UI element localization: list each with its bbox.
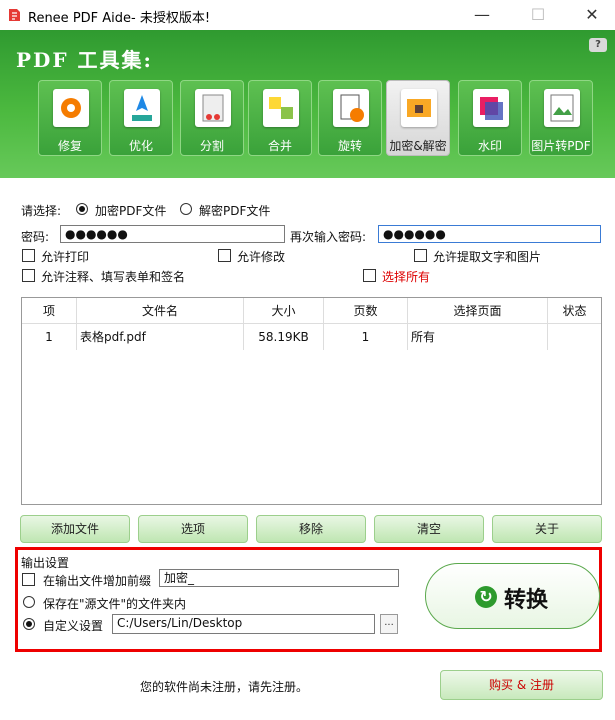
allow-extract-label: 允许提取文字和图片 — [433, 250, 542, 264]
column-header-pages[interactable]: 页数 — [324, 298, 408, 324]
tool-label: 合并 — [267, 139, 292, 153]
allow-extract-checkbox[interactable] — [414, 249, 427, 262]
close-button[interactable]: ✕ — [572, 4, 612, 26]
column-header-page-selection[interactable]: 选择页面 — [408, 298, 548, 324]
minimize-button[interactable]: — — [462, 4, 502, 26]
convert-label: 转换 — [504, 588, 549, 613]
optimize-icon — [124, 89, 160, 127]
confirm-password-label: 再次输入密码: — [290, 230, 367, 244]
custom-folder-radio[interactable] — [23, 618, 35, 630]
convert-button[interactable]: ↻ 转换 — [425, 563, 600, 629]
decrypt-radio[interactable] — [180, 203, 192, 215]
about-button[interactable]: 关于 — [492, 515, 602, 543]
app-icon — [9, 9, 20, 21]
encrypt-option-label[interactable]: 加密PDF文件 — [95, 202, 166, 219]
allow-print-checkbox[interactable] — [22, 249, 35, 262]
repair-icon — [53, 89, 89, 127]
select-all-checkbox[interactable] — [363, 269, 376, 282]
allow-annotate-checkbox[interactable] — [22, 269, 35, 282]
table-cell-index[interactable]: 1 — [22, 324, 77, 350]
confirm-password-input[interactable]: ●●●●●● — [378, 225, 601, 243]
tool-encrypt-decrypt[interactable]: 加密&解密 — [386, 80, 450, 156]
rotate-icon — [333, 89, 369, 127]
tool-split[interactable]: 分割 — [180, 80, 244, 156]
add-file-button[interactable]: 添加文件 — [20, 515, 130, 543]
tool-label: 优化 — [128, 139, 153, 153]
split-icon — [195, 89, 231, 127]
image-to-pdf-icon — [544, 89, 580, 127]
window-title: Renee PDF Aide- 未授权版本! — [28, 11, 211, 26]
prefix-checkbox[interactable] — [22, 573, 35, 586]
allow-print-label: 允许打印 — [41, 250, 90, 264]
registration-notice: 您的软件尚未注册，请先注册。 — [140, 680, 309, 694]
select-all-label: 选择所有 — [382, 270, 431, 284]
prefix-input[interactable]: 加密_ — [159, 569, 399, 587]
table-cell-size[interactable]: 58.19KB — [244, 324, 324, 350]
tool-repair[interactable]: 修复 — [38, 80, 102, 156]
tool-label: 加密&解密 — [389, 139, 447, 153]
table-cell-pages[interactable]: 1 — [324, 324, 408, 350]
merge-icon — [263, 89, 299, 127]
custom-folder-label: 自定义设置 — [43, 619, 104, 633]
tool-label: 分割 — [199, 139, 224, 153]
source-folder-radio[interactable] — [23, 596, 35, 608]
select-label: 请选择: — [21, 204, 62, 218]
help-icon[interactable]: ? — [589, 38, 607, 52]
table-cell-page-selection[interactable]: 所有 — [408, 324, 548, 350]
output-path-input[interactable]: C:/Users/Lin/Desktop — [112, 614, 375, 634]
allow-modify-checkbox[interactable] — [218, 249, 231, 262]
tool-label: 旋转 — [337, 139, 362, 153]
table-cell-filename[interactable]: 表格pdf.pdf — [77, 324, 244, 350]
tool-label: 图片转PDF — [531, 139, 591, 153]
tool-optimize[interactable]: 优化 — [109, 80, 173, 156]
clear-button[interactable]: 清空 — [374, 515, 484, 543]
table-cell-status[interactable] — [548, 324, 601, 350]
tool-merge[interactable]: 合并 — [248, 80, 312, 156]
source-folder-label: 保存在"源文件"的文件夹内 — [43, 597, 187, 611]
output-settings-title: 输出设置 — [21, 556, 70, 570]
buy-register-button[interactable]: 购买 & 注册 — [440, 670, 603, 700]
column-header-index[interactable]: 项 — [22, 298, 77, 324]
encrypt-icon — [401, 89, 437, 127]
file-table[interactable]: 项 文件名 大小 页数 选择页面 状态 1 表格pdf.pdf 58.19KB … — [21, 297, 602, 505]
prefix-label: 在输出文件增加前缀 — [43, 574, 152, 588]
refresh-icon: ↻ — [475, 586, 497, 608]
toolset-title: PDF 工具集: — [16, 48, 153, 72]
column-header-size[interactable]: 大小 — [244, 298, 324, 324]
tool-watermark[interactable]: 水印 — [458, 80, 522, 156]
allow-annotate-label: 允许注释、填写表单和签名 — [41, 270, 186, 284]
tool-image-to-pdf[interactable]: 图片转PDF — [529, 80, 593, 156]
allow-modify-label: 允许修改 — [237, 250, 286, 264]
maximize-button[interactable]: ☐ — [518, 4, 558, 26]
decrypt-option-label[interactable]: 解密PDF文件 — [199, 202, 270, 219]
tool-label: 水印 — [477, 139, 502, 153]
options-button[interactable]: 选项 — [138, 515, 248, 543]
column-header-filename[interactable]: 文件名 — [77, 298, 244, 324]
column-header-status[interactable]: 状态 — [548, 298, 601, 324]
watermark-icon — [473, 89, 509, 127]
remove-button[interactable]: 移除 — [256, 515, 366, 543]
encrypt-radio[interactable] — [76, 203, 88, 215]
password-input[interactable]: ●●●●●● — [60, 225, 285, 243]
tool-rotate[interactable]: 旋转 — [318, 80, 382, 156]
browse-button[interactable]: ... — [380, 614, 398, 634]
tool-label: 修复 — [57, 139, 82, 153]
password-label: 密码: — [21, 230, 50, 244]
